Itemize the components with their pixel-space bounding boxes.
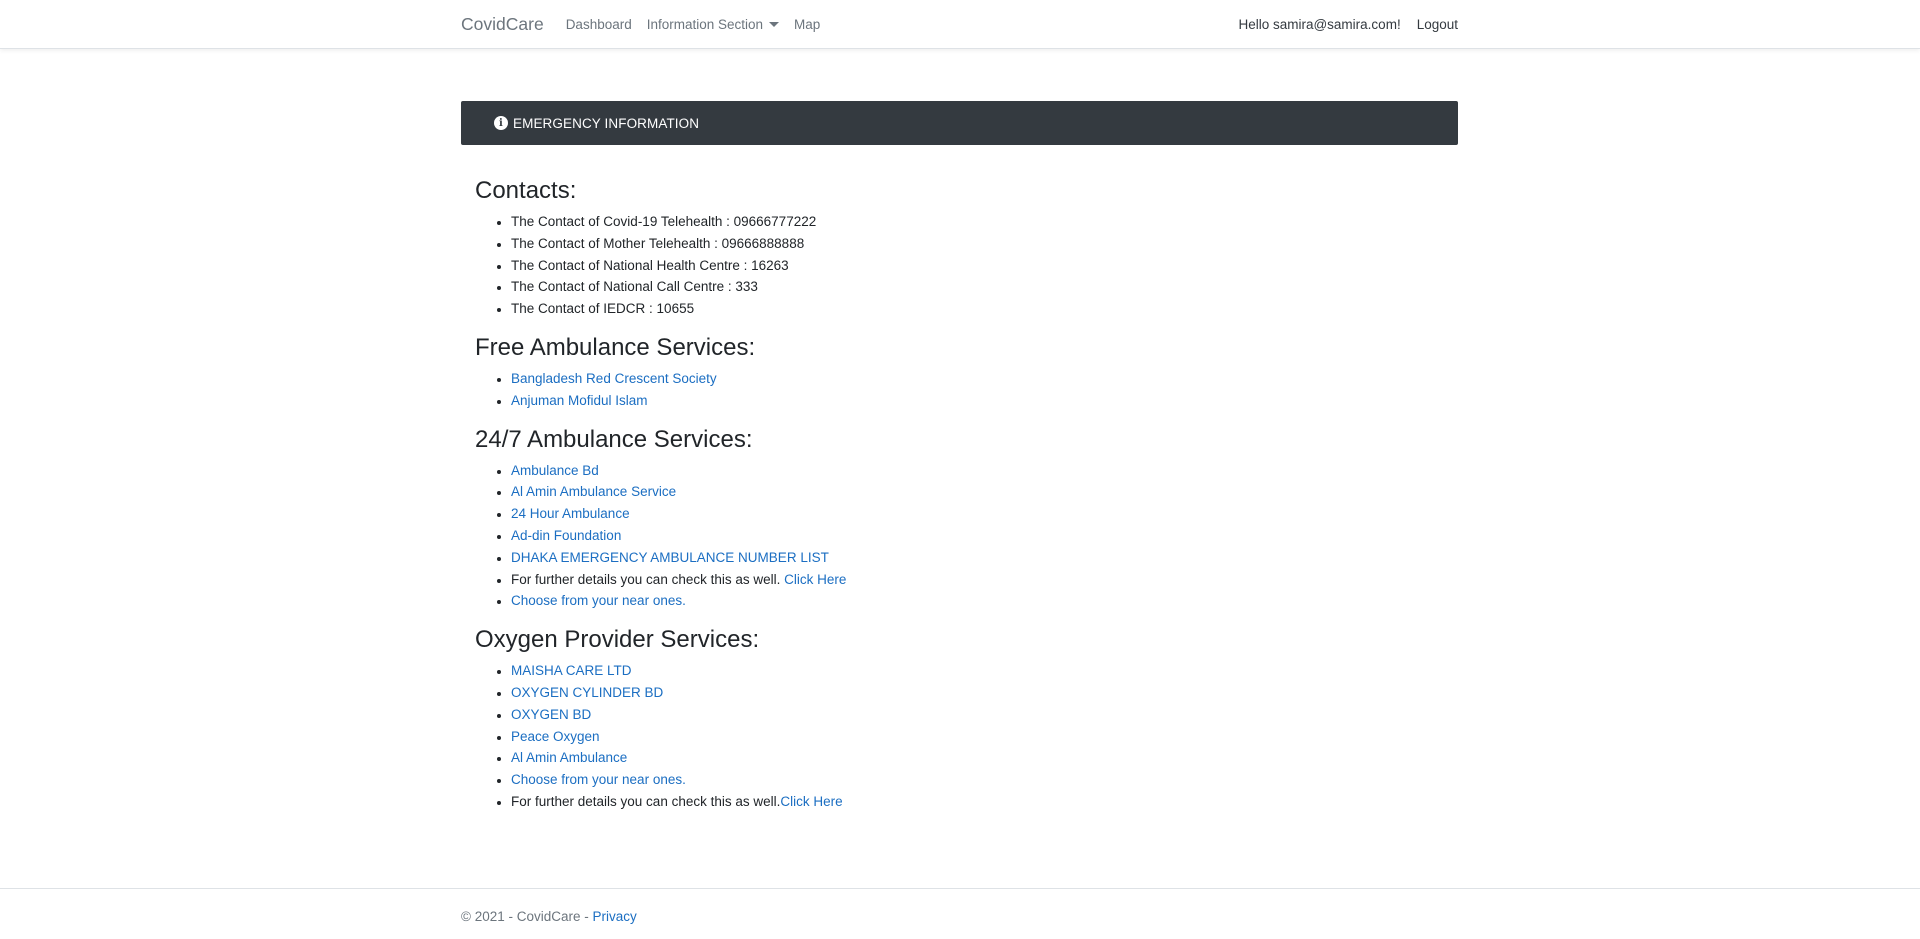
list-item: For further details you can check this a…: [511, 791, 1375, 813]
list-item: MAISHA CARE LTD: [511, 660, 1375, 682]
list-item: Bangladesh Red Crescent Society: [511, 368, 1375, 390]
free-ambulance-heading: Free Ambulance Services:: [475, 333, 756, 361]
emergency-info-header: i EMERGENCY INFORMATION: [461, 101, 1458, 145]
list-item: Al Amin Ambulance Service: [511, 481, 1375, 503]
free-ambulance-link[interactable]: Anjuman Mofidul Islam: [511, 393, 648, 408]
oxygen-link[interactable]: Peace Oxygen: [511, 729, 600, 744]
further-details-text: For further details you can check this a…: [511, 793, 781, 809]
footer: © 2021 - CovidCare - Privacy: [0, 888, 1920, 939]
list-item: Choose from your near ones.: [511, 769, 1375, 791]
oxygen-link[interactable]: Al Amin Ambulance: [511, 750, 627, 765]
oxygen-list: MAISHA CARE LTD OXYGEN CYLINDER BD OXYGE…: [511, 660, 1375, 813]
ambulance-247-heading: 24/7 Ambulance Services:: [475, 425, 753, 453]
contact-item: The Contact of IEDCR : 10655: [511, 298, 1375, 320]
oxygen-heading: Oxygen Provider Services:: [475, 626, 760, 654]
navbar-container: CovidCare Dashboard Information Section …: [461, 0, 1458, 48]
ambulance-247-list: Ambulance Bd Al Amin Ambulance Service 2…: [511, 460, 1375, 613]
privacy-link[interactable]: Privacy: [593, 909, 637, 924]
list-item: OXYGEN BD: [511, 704, 1375, 726]
oxygen-link[interactable]: OXYGEN CYLINDER BD: [511, 685, 663, 700]
list-item: Ambulance Bd: [511, 460, 1375, 482]
ambulance-link[interactable]: Ambulance Bd: [511, 463, 599, 478]
list-item: 24 Hour Ambulance: [511, 503, 1375, 525]
nav-dashboard[interactable]: Dashboard: [566, 17, 632, 32]
contact-item: The Contact of National Health Centre : …: [511, 255, 1375, 277]
near-ones-link[interactable]: Choose from your near ones.: [511, 772, 686, 787]
contacts-list: The Contact of Covid-19 Telehealth : 096…: [511, 211, 1375, 320]
free-ambulance-list: Bangladesh Red Crescent Society Anjuman …: [511, 368, 1375, 412]
contact-item: The Contact of National Call Centre : 33…: [511, 276, 1375, 298]
list-item: Choose from your near ones.: [511, 590, 1375, 612]
free-ambulance-link[interactable]: Bangladesh Red Crescent Society: [511, 371, 717, 386]
ambulance-link[interactable]: Al Amin Ambulance Service: [511, 484, 676, 499]
navbar-user-area: Hello samira@samira.com! Logout: [1238, 17, 1458, 32]
oxygen-link[interactable]: OXYGEN BD: [511, 707, 591, 722]
top-navbar: CovidCare Dashboard Information Section …: [0, 0, 1920, 49]
nav-information-section[interactable]: Information Section: [646, 16, 780, 32]
ambulance-link[interactable]: 24 Hour Ambulance: [511, 506, 630, 521]
list-item: Al Amin Ambulance: [511, 747, 1375, 769]
footer-text-container: © 2021 - CovidCare - Privacy: [461, 909, 637, 924]
main-content: Contacts: The Contact of Covid-19 Telehe…: [475, 175, 1375, 825]
click-here-link[interactable]: Click Here: [784, 572, 846, 587]
nav-information-section-label: Information Section: [646, 16, 764, 32]
oxygen-link[interactable]: MAISHA CARE LTD: [511, 663, 632, 678]
contact-item: The Contact of Mother Telehealth : 09666…: [511, 233, 1375, 255]
brand-link[interactable]: CovidCare: [461, 14, 544, 35]
info-icon: i: [494, 116, 508, 130]
contact-item: The Contact of Covid-19 Telehealth : 096…: [511, 211, 1375, 233]
emergency-info-title: EMERGENCY INFORMATION: [513, 115, 700, 131]
near-ones-link[interactable]: Choose from your near ones.: [511, 593, 686, 608]
click-here-link[interactable]: Click Here: [780, 794, 842, 809]
ambulance-link[interactable]: Ad-din Foundation: [511, 528, 621, 543]
contacts-heading: Contacts:: [475, 177, 577, 204]
further-details-text: For further details you can check this a…: [511, 571, 785, 587]
copyright-text: © 2021 - CovidCare -: [461, 909, 593, 924]
list-item: DHAKA EMERGENCY AMBULANCE NUMBER LIST: [511, 547, 1375, 569]
user-greeting-link[interactable]: Hello samira@samira.com!: [1238, 17, 1400, 32]
list-item: For further details you can check this a…: [511, 569, 1375, 591]
chevron-down-icon: [769, 21, 780, 27]
list-item: Ad-din Foundation: [511, 525, 1375, 547]
list-item: Peace Oxygen: [511, 726, 1375, 748]
nav-map[interactable]: Map: [794, 17, 820, 32]
ambulance-link[interactable]: DHAKA EMERGENCY AMBULANCE NUMBER LIST: [511, 550, 829, 565]
logout-button[interactable]: Logout: [1417, 17, 1458, 32]
list-item: OXYGEN CYLINDER BD: [511, 682, 1375, 704]
list-item: Anjuman Mofidul Islam: [511, 390, 1375, 412]
